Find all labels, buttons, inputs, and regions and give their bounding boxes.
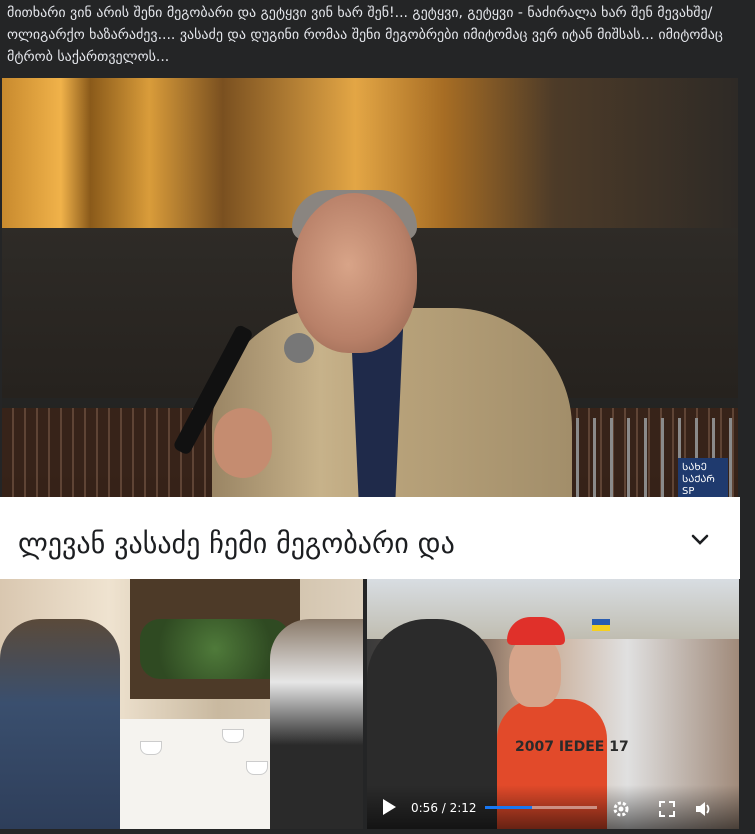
- facebook-post: მითხარი ვინ არის შენი მეგობარი და გეტყვი…: [0, 0, 755, 834]
- volume-icon[interactable]: [693, 799, 713, 819]
- scroll-edge: [740, 0, 755, 834]
- cup-icon: [140, 741, 162, 755]
- man-right: [270, 619, 363, 829]
- title-card-text: ლევან ვასაძე ჩემი მეგობარი და: [18, 527, 455, 560]
- microphone-icon: [284, 333, 314, 363]
- red-cap: [507, 617, 565, 645]
- cup-icon: [222, 729, 244, 743]
- play-icon[interactable]: [383, 799, 396, 815]
- cup-icon: [246, 761, 268, 775]
- flag-icon: [592, 619, 610, 631]
- man-left: [0, 619, 120, 829]
- progress-bar[interactable]: [485, 806, 597, 809]
- post-caption: მითხარი ვინ არის შენი მეგობარი და გეტყვი…: [7, 5, 723, 65]
- gear-icon[interactable]: [611, 799, 631, 819]
- man-face: [509, 637, 561, 707]
- main-photo[interactable]: ᲡᲐᲮᲔ ᲡᲐᲥᲐᲠ SP PROT: [2, 78, 738, 498]
- speaker-hand: [214, 408, 272, 478]
- shirt-print: 2007 IEDEE 17: [515, 739, 629, 755]
- cafe-photo[interactable]: [0, 579, 363, 829]
- plants: [140, 619, 290, 679]
- speaker-head: [292, 193, 417, 353]
- video-controls: 0:56 / 2:12: [367, 785, 739, 829]
- chevron-down-icon[interactable]: [690, 529, 710, 549]
- video-player[interactable]: 2007 IEDEE 17 0:56 / 2:12: [367, 579, 739, 829]
- street-sign: ᲡᲐᲮᲔ ᲡᲐᲥᲐᲠ SP PROT: [678, 458, 728, 498]
- title-card[interactable]: ლევან ვასაძე ჩემი მეგობარი და: [0, 497, 740, 579]
- fullscreen-icon[interactable]: [657, 799, 677, 819]
- video-time: 0:56 / 2:12: [411, 801, 477, 815]
- progress-fill: [485, 806, 533, 809]
